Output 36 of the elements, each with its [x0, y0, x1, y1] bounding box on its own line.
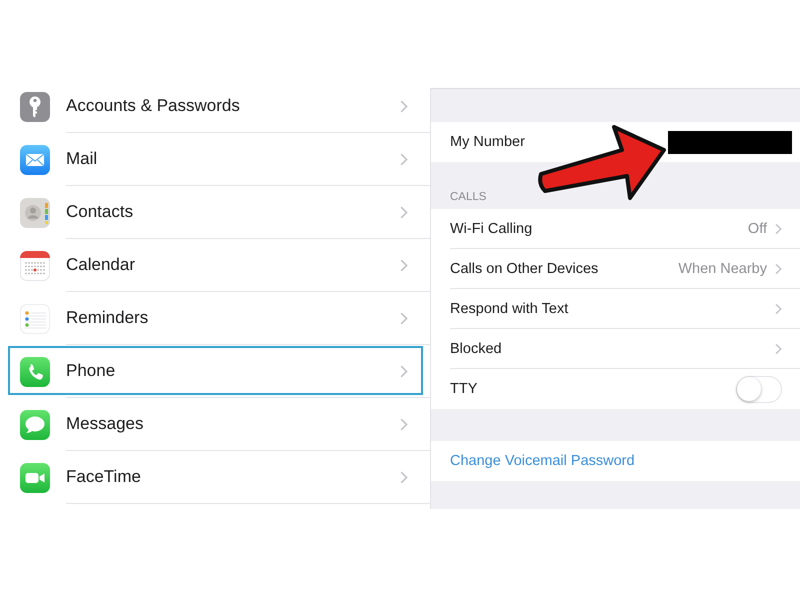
- chevron-icon: [400, 258, 408, 272]
- video-camera-icon: [20, 462, 50, 492]
- chevron-icon: [775, 222, 782, 234]
- settings-row[interactable]: Respond with Text: [450, 289, 800, 329]
- chevron-icon: [775, 302, 782, 314]
- chevron-icon: [400, 418, 408, 430]
- section-header: CALLS: [450, 191, 486, 203]
- chevron-icon: [400, 364, 408, 378]
- phone-icon: [20, 356, 50, 386]
- settings-row[interactable]: Wi-Fi Calling Off: [450, 209, 800, 249]
- chevron-icon: [775, 262, 782, 274]
- chevron-icon: [400, 100, 408, 112]
- settings-row[interactable]: Mail: [0, 133, 430, 186]
- chevron-icon: [775, 342, 782, 354]
- settings-row[interactable]: Reminders: [0, 292, 430, 345]
- toggle-switch[interactable]: [736, 376, 782, 402]
- key-icon: [20, 92, 50, 122]
- settings-row[interactable]: Calls on Other Devices When Nearby: [450, 249, 800, 289]
- calendar-icon: [20, 250, 50, 280]
- row-label: TTY: [450, 381, 478, 397]
- settings-row[interactable]: FaceTime: [0, 451, 430, 504]
- settings-row[interactable]: Messages: [0, 398, 430, 451]
- chevron-icon: [400, 312, 408, 324]
- list-icon: [20, 304, 50, 334]
- row-label: My Number: [450, 134, 525, 150]
- chevron-icon: [400, 470, 408, 484]
- settings-row[interactable]: Accounts & Passwords: [0, 80, 430, 133]
- settings-row[interactable]: Blocked: [450, 329, 800, 369]
- settings-row[interactable]: Phone: [0, 345, 430, 398]
- envelope-icon: [20, 144, 50, 174]
- speech-bubble-icon: [20, 410, 50, 440]
- address-book-icon: [20, 198, 50, 228]
- settings-row[interactable]: Contacts: [0, 186, 430, 239]
- settings-row[interactable]: Calendar: [0, 239, 430, 292]
- chevron-icon: [400, 152, 408, 166]
- chevron-icon: [400, 206, 408, 218]
